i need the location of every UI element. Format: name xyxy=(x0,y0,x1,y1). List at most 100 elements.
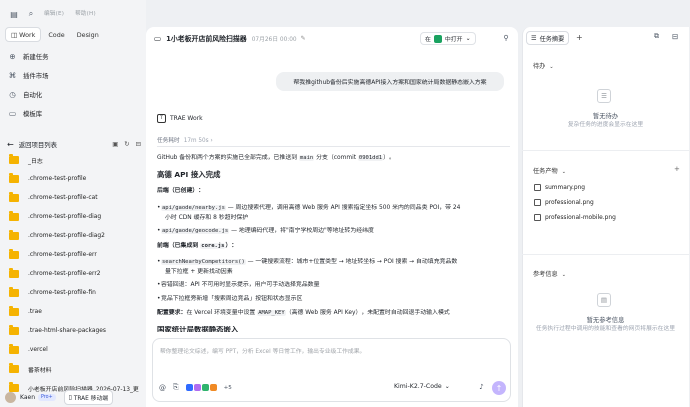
folder-name: .chrome-test-profile-cat xyxy=(28,195,98,201)
user-message: 帮我推github备份后实施高德API接入方案和国家统计局数据静态嵌入方案 xyxy=(276,72,504,91)
edit-title-icon[interactable]: ✎ xyxy=(301,35,306,42)
menu-edit[interactable]: 编辑(E) xyxy=(44,11,64,17)
refs-empty-desc: 任务执行过程中调用的技能和查看的网页将展示在这里 xyxy=(535,326,676,332)
microphone-icon[interactable]: ♪ xyxy=(476,381,487,392)
todo-section-title[interactable]: 待办 ⌄ xyxy=(533,61,554,70)
model-selector[interactable]: Kimi-K2.7-Code ⌄ xyxy=(394,383,450,390)
attach-icon[interactable]: ⎘ xyxy=(173,383,179,392)
heading-backend: 后端（已创建）： xyxy=(157,188,205,194)
nav-plugin-market[interactable]: ⌘ 插件市场 xyxy=(7,69,139,82)
folder-item[interactable]: .trae-html-share-packages xyxy=(9,325,139,337)
plugin-icon: ⌘ xyxy=(8,71,17,80)
task-time-label: 任务耗时 xyxy=(157,138,180,144)
tool-chips[interactable] xyxy=(185,384,217,391)
heading-amap: 高德 API 接入完成 xyxy=(157,170,221,179)
folder-name: .vercel xyxy=(28,347,48,353)
chat-title-bar: ▭ 1小老板开店前风险扫描器 07月26日 00:00 ✎ xyxy=(154,33,306,44)
folder-icon xyxy=(9,344,19,354)
chevron-down-icon: ⌄ xyxy=(465,35,471,42)
nav-label: 插件市场 xyxy=(23,72,49,80)
heading-frontend: 前端（已集成到 core.js）： xyxy=(157,242,237,250)
nav-automation[interactable]: ◷ 自动化 xyxy=(7,88,139,101)
more-tools-count[interactable]: +5 xyxy=(224,385,232,391)
folder-icon xyxy=(9,268,19,278)
tab-task-summary[interactable]: ☰ 任务摘要 xyxy=(526,31,570,45)
refresh-icon[interactable]: ↻ xyxy=(124,140,129,148)
mobile-app-button[interactable]: ▯ TRAE 移动端 xyxy=(63,390,114,405)
section-label: 任务产物 xyxy=(533,168,558,175)
folder-icon xyxy=(9,287,19,297)
commit-code: 0901dd1 xyxy=(357,155,384,161)
outputs-section-title[interactable]: 任务产物 ⌄ xyxy=(533,166,566,175)
todo-empty-desc: 复杂任务的进度会显示在这里 xyxy=(567,122,644,128)
file-code: api/gaode/geocode.js xyxy=(161,228,230,234)
folder-name: .chrome-test-profile xyxy=(28,176,87,182)
bullet-nearby-cont: 小时 CDN 缓存和 8 秒超时保护 xyxy=(165,215,249,221)
folder-icon xyxy=(9,211,19,221)
folder-name: .chrome-test-profile-err xyxy=(28,252,97,258)
folder-item[interactable]: _日志 xyxy=(9,154,139,166)
open-in-button[interactable]: 在 中打开 ⌄ xyxy=(420,32,476,45)
folder-name: .chrome-test-profile-diag xyxy=(28,214,102,220)
folder-item[interactable]: 番茶材料 xyxy=(9,363,139,375)
project-list-header: ← 返回项目列表 ▣ ↻ ⊟ xyxy=(7,138,141,150)
folder-item[interactable]: .chrome-test-profile xyxy=(9,173,139,185)
send-button[interactable]: ↑ xyxy=(492,381,506,395)
folder-name: _日志 xyxy=(28,158,43,165)
folder-item[interactable]: .chrome-test-profile-err xyxy=(9,249,139,261)
close-panel-icon[interactable]: ⊟ xyxy=(672,32,678,41)
add-tab-icon[interactable]: + xyxy=(576,33,583,42)
chat-title: 1小老板开店前风险扫描器 xyxy=(166,35,247,43)
output-file-item[interactable]: professional.png xyxy=(534,199,594,206)
tab-work[interactable]: ◫ Work xyxy=(5,27,42,42)
nav-new-task[interactable]: ⊕ 新建任务 xyxy=(7,50,139,63)
refs-empty-icon: ▤ xyxy=(597,293,611,307)
folder-item[interactable]: .chrome-test-profile-err2 xyxy=(9,268,139,280)
folder-name: .chrome-test-profile-fin xyxy=(28,290,96,296)
agent-name: TRAE Work xyxy=(170,115,203,122)
nav-label: 模板库 xyxy=(23,110,43,118)
user-name: Kaen xyxy=(20,394,35,401)
folder-name: .trae xyxy=(28,309,42,315)
text: 前端（已集成到 xyxy=(157,243,201,249)
folder-item[interactable]: .chrome-test-profile-cat xyxy=(9,192,139,204)
folder-item[interactable]: .trae xyxy=(9,306,139,318)
refs-section-title[interactable]: 参考信息 ⌄ xyxy=(533,269,566,278)
bullet-search-fn-cont: 量下拉框 + 更新找动因素 xyxy=(165,269,233,275)
folder-item[interactable]: .chrome-test-profile-diag2 xyxy=(9,230,139,242)
folder-icon xyxy=(9,325,19,335)
text: — 地理编码代理，将"南宁学校周边"等地址转为经纬度 xyxy=(229,228,374,234)
composer-placeholder[interactable]: 帮你整理论文综述，编写 PPT，分析 Excel 等日常工作，输出专业级工作成果… xyxy=(160,346,365,355)
collapse-icon[interactable]: ⊟ xyxy=(136,140,141,148)
folder-icon xyxy=(9,173,19,183)
folder-item[interactable]: .vercel xyxy=(9,344,139,356)
chat-icon: ▭ xyxy=(154,33,162,43)
sidebar-toggle-icon[interactable]: ▤ xyxy=(8,8,20,20)
folder-item[interactable]: .chrome-test-profile-fin xyxy=(9,287,139,299)
add-output-icon[interactable]: + xyxy=(674,165,680,173)
search-icon[interactable]: ⌕ xyxy=(25,8,37,20)
output-file-item[interactable]: professional-mobile.png xyxy=(534,214,616,221)
tab-design[interactable]: Design xyxy=(72,27,104,42)
avatar[interactable] xyxy=(5,392,16,403)
config-line: 配置要求：在 Vercel 环境变量中设置 AMAP_KEY（高德 Web 服务… xyxy=(157,309,450,317)
pin-icon[interactable]: ⚲ xyxy=(500,32,512,44)
chevron-right-icon: › xyxy=(210,137,213,144)
back-to-projects-link[interactable]: 返回项目列表 xyxy=(19,140,57,149)
back-arrow-icon[interactable]: ← xyxy=(7,140,14,149)
folder-item[interactable]: .chrome-test-profile-diag xyxy=(9,211,139,223)
output-file-item[interactable]: summary.png xyxy=(534,184,585,191)
at-icon[interactable]: @ xyxy=(159,384,166,392)
open-external-icon[interactable]: ⧉ xyxy=(654,32,659,41)
new-folder-icon[interactable]: ▣ xyxy=(112,140,118,148)
tool-chip-icon xyxy=(185,384,193,391)
work-icon: ◫ xyxy=(11,30,18,39)
section-label: 待办 xyxy=(533,63,546,70)
task-duration[interactable]: 任务耗时 17m 50s › xyxy=(157,135,213,144)
tab-code[interactable]: Code xyxy=(43,27,69,42)
nav-templates[interactable]: ▭ 模板库 xyxy=(7,107,139,120)
text: GitHub 备份和两个方案的实施已全部完成，已推送到 xyxy=(157,155,299,161)
folder-name: .chrome-test-profile-err2 xyxy=(28,271,101,277)
menu-help[interactable]: 帮助(H) xyxy=(75,11,96,17)
tab-label: 任务摘要 xyxy=(539,35,565,43)
